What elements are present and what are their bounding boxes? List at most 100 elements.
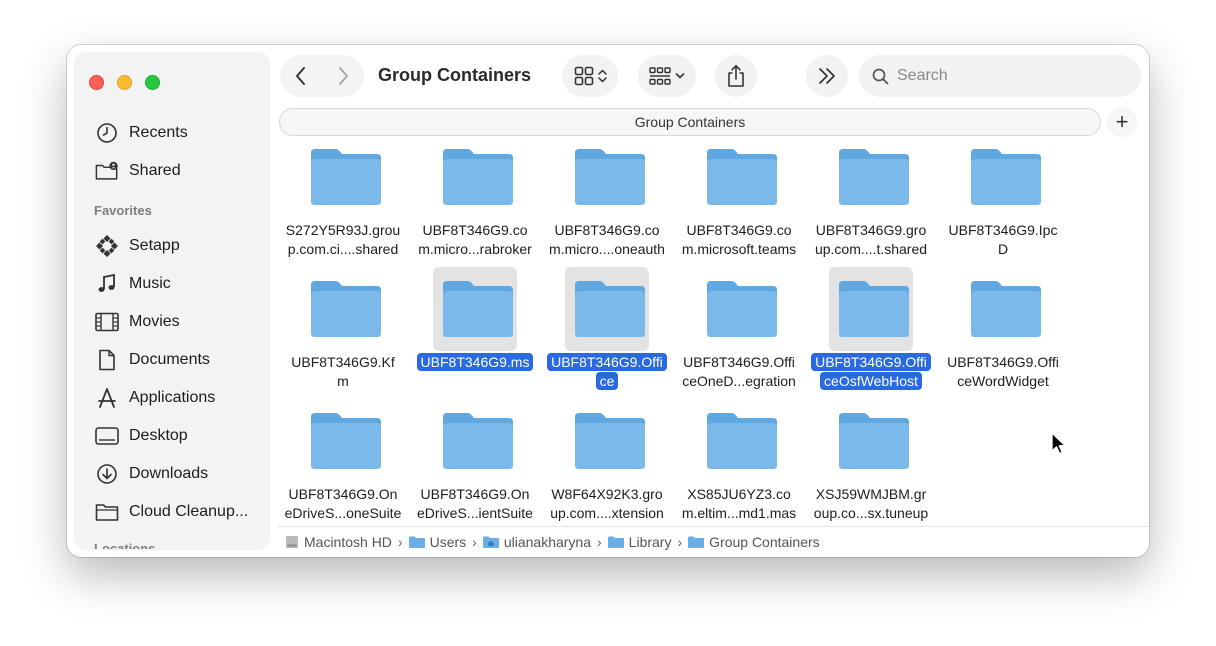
folder-icon xyxy=(575,149,645,205)
folder-name: UBF8T346G9.Offi ceOsfWebHost xyxy=(805,353,937,391)
sidebar-item-label: Downloads xyxy=(129,465,209,482)
chevron-right-icon: › xyxy=(677,534,683,550)
desktop-icon xyxy=(95,424,119,448)
search-icon xyxy=(872,68,889,84)
document-icon xyxy=(95,348,119,372)
folder-item[interactable]: UBF8T346G9.Kf m xyxy=(277,263,409,393)
sidebar-item-shared[interactable]: Shared xyxy=(95,156,181,186)
group-by-button[interactable] xyxy=(638,55,696,97)
folder-item[interactable]: UBF8T346G9.gro up.com....t.shared xyxy=(805,139,937,261)
folder-name-line: eDriveS...oneSuite xyxy=(284,505,402,521)
sidebar-item-label: Recents xyxy=(129,124,188,141)
folder-item[interactable]: UBF8T346G9.co m.micro...rabroker xyxy=(409,139,541,261)
folder-item[interactable]: UBF8T346G9.Offi ceOsfWebHost xyxy=(805,263,937,393)
folder-item[interactable]: UBF8T346G9.On eDriveS...ientSuite xyxy=(409,395,541,525)
folder-item[interactable]: UBF8T346G9.co m.microsoft.teams xyxy=(673,139,805,261)
breadcrumb-library[interactable]: Library xyxy=(607,534,672,550)
breadcrumb-label: Library xyxy=(628,534,672,550)
view-mode-button[interactable] xyxy=(562,55,618,97)
folder-item[interactable]: UBF8T346G9.co m.micro....oneauth xyxy=(541,139,673,261)
folder-name: UBF8T346G9.Kf m xyxy=(277,353,409,391)
group-view-icon xyxy=(649,67,671,85)
folder-name: XS85JU6YZ3.co m.eltim...md1.mas xyxy=(673,485,805,523)
folder-item[interactable]: XS85JU6YZ3.co m.eltim...md1.mas xyxy=(673,395,805,525)
folder-icon xyxy=(971,149,1041,205)
folder-item[interactable]: UBF8T346G9.ms xyxy=(409,263,541,393)
folder-name-line: UBF8T346G9.Offi xyxy=(947,354,1059,370)
breadcrumb-user-home[interactable]: ulianakharyna xyxy=(482,534,591,550)
sidebar-item-setapp[interactable]: Setapp xyxy=(95,231,180,261)
breadcrumb-macintosh-hd[interactable]: Macintosh HD xyxy=(285,534,392,550)
folder-name-line: UBF8T346G9.gro xyxy=(815,222,927,238)
path-tab[interactable]: Group Containers xyxy=(279,108,1101,136)
folder-item[interactable]: W8F64X92K3.gro up.com....xtension xyxy=(541,395,673,525)
folder-item[interactable]: S272Y5R93J.grou p.com.ci....shared xyxy=(277,139,409,261)
sidebar-item-label: Shared xyxy=(129,162,181,179)
back-button[interactable] xyxy=(280,55,322,97)
folder-name: W8F64X92K3.gro up.com....xtension xyxy=(541,485,673,523)
finder-window: Recents Shared Favorites Setapp Music Mo… xyxy=(67,45,1149,557)
folder-icon xyxy=(95,500,119,524)
folder-icon xyxy=(607,536,624,548)
new-tab-button[interactable]: + xyxy=(1107,107,1137,137)
breadcrumb-label: Group Containers xyxy=(709,534,820,550)
sidebar-item-downloads[interactable]: Downloads xyxy=(95,459,208,489)
sidebar-item-recents[interactable]: Recents xyxy=(95,118,188,148)
breadcrumb-group-containers[interactable]: Group Containers xyxy=(688,534,820,550)
folder-name: UBF8T346G9.ms xyxy=(409,353,541,372)
folder-name: UBF8T346G9.Ipc D xyxy=(937,221,1069,259)
folder-item[interactable]: UBF8T346G9.On eDriveS...oneSuite xyxy=(277,395,409,525)
sidebar-item-applications[interactable]: Applications xyxy=(95,383,215,413)
folder-item[interactable]: UBF8T346G9.Ipc D xyxy=(937,139,1069,261)
folder-name: UBF8T346G9.Offi ce xyxy=(541,353,673,391)
folder-icon xyxy=(971,281,1041,337)
chevron-right-icon xyxy=(339,67,348,85)
hard-drive-icon xyxy=(286,536,298,548)
folder-icon xyxy=(707,281,777,337)
folder-name-line: UBF8T346G9.Offi xyxy=(683,354,795,370)
zoom-window-button[interactable] xyxy=(145,75,160,90)
close-window-button[interactable] xyxy=(89,75,104,90)
folder-name-line: eDriveS...ientSuite xyxy=(417,505,533,521)
forward-button[interactable] xyxy=(322,55,364,97)
window-title: Group Containers xyxy=(378,65,532,85)
folder-name: UBF8T346G9.co m.microsoft.teams xyxy=(673,221,805,259)
sidebar-item-cloud-cleanup[interactable]: Cloud Cleanup... xyxy=(95,497,248,527)
folder-name-line: W8F64X92K3.gro xyxy=(551,486,663,502)
chevron-left-icon xyxy=(296,67,305,85)
file-grid: S272Y5R93J.grou p.com.ci....shared UBF8T34… xyxy=(277,139,1149,527)
breadcrumb-users[interactable]: Users xyxy=(408,534,467,550)
share-button[interactable] xyxy=(715,55,757,97)
chevron-right-icon: › xyxy=(597,534,602,550)
sidebar-item-desktop[interactable]: Desktop xyxy=(95,421,188,451)
sidebar-item-label: Desktop xyxy=(129,427,188,444)
breadcrumb-label: Users xyxy=(429,534,467,550)
folder-name-line: m.microsoft.teams xyxy=(681,241,797,257)
folder-name: UBF8T346G9.Offi ceOneD...egration xyxy=(673,353,805,391)
breadcrumb-label: ulianakharyna xyxy=(503,534,591,550)
sidebar-item-movies[interactable]: Movies xyxy=(95,307,180,337)
folder-icon xyxy=(839,149,909,205)
folder-icon xyxy=(839,413,909,469)
search-placeholder: Search xyxy=(897,67,948,84)
folder-icon xyxy=(839,281,909,337)
applications-icon xyxy=(95,386,119,410)
folder-name-line: p.com.ci....shared xyxy=(287,241,399,257)
sidebar-item-documents[interactable]: Documents xyxy=(95,345,210,375)
mouse-pointer-icon xyxy=(1051,432,1066,455)
folder-item[interactable]: XSJ59WMJBM.gr oup.co...sx.tuneup xyxy=(805,395,937,525)
folder-icon xyxy=(688,536,705,548)
folder-icon xyxy=(311,281,381,337)
folder-item[interactable]: UBF8T346G9.Offi ceOneD...egration xyxy=(673,263,805,393)
sidebar-item-label: Setapp xyxy=(129,237,180,254)
home-folder-icon xyxy=(482,536,499,548)
more-toolbar-items-button[interactable] xyxy=(806,55,848,97)
search-field[interactable]: Search xyxy=(859,55,1141,97)
folder-item[interactable]: UBF8T346G9.Offi ceWordWidget xyxy=(937,263,1069,393)
sidebar-item-music[interactable]: Music xyxy=(95,269,171,299)
folder-icon xyxy=(443,149,513,205)
chevron-right-icon: › xyxy=(472,534,477,550)
folder-item[interactable]: UBF8T346G9.Offi ce xyxy=(541,263,673,393)
minimize-window-button[interactable] xyxy=(117,75,132,90)
folder-name-line: UBF8T346G9.Offi xyxy=(547,353,667,371)
